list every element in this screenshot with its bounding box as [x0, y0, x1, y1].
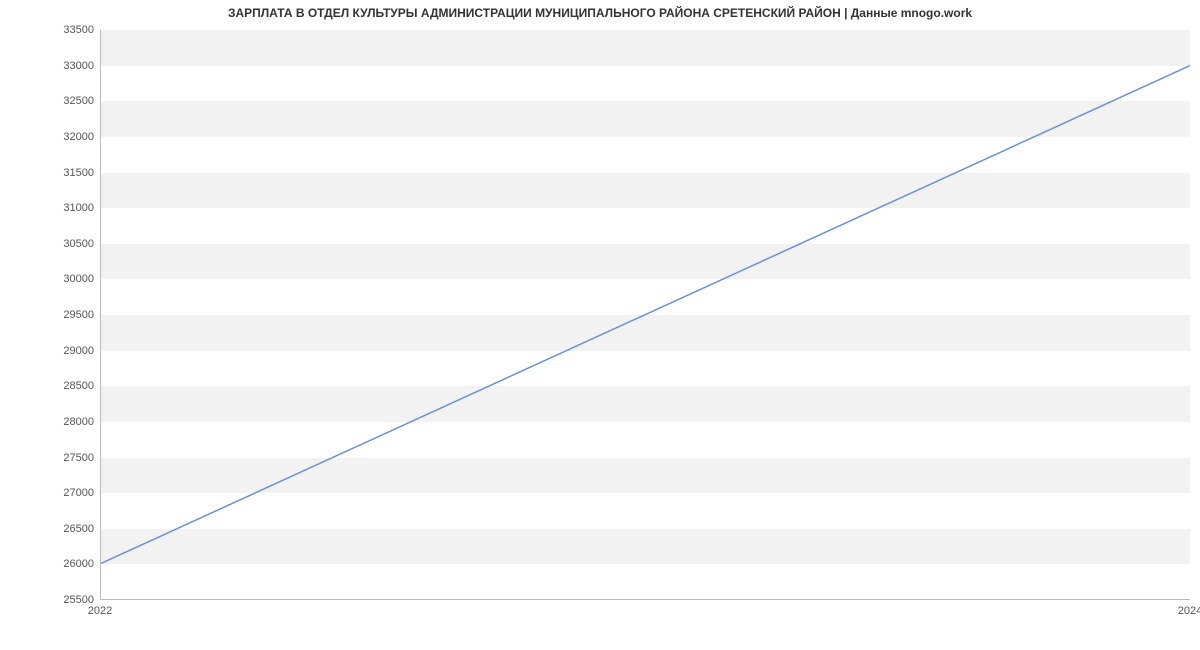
y-tick-label: 27000: [14, 487, 94, 499]
x-tick-label: 2024: [1178, 605, 1200, 617]
y-tick-label: 33500: [14, 24, 94, 36]
y-tick-label: 26500: [14, 523, 94, 535]
y-tick-label: 29500: [14, 309, 94, 321]
y-tick-label: 32500: [14, 95, 94, 107]
x-tick-label: 2022: [88, 605, 112, 617]
chart-container: ЗАРПЛАТА В ОТДЕЛ КУЛЬТУРЫ АДМИНИСТРАЦИИ …: [0, 0, 1200, 650]
plot-area: [100, 30, 1190, 600]
y-tick-label: 31500: [14, 167, 94, 179]
y-tick-label: 28000: [14, 416, 94, 428]
y-tick-label: 31000: [14, 202, 94, 214]
y-tick-label: 27500: [14, 452, 94, 464]
y-tick-label: 26000: [14, 558, 94, 570]
line-series: [101, 30, 1190, 599]
y-tick-label: 28500: [14, 380, 94, 392]
y-tick-label: 33000: [14, 60, 94, 72]
y-tick-label: 29000: [14, 345, 94, 357]
y-tick-label: 30000: [14, 273, 94, 285]
y-tick-label: 30500: [14, 238, 94, 250]
y-tick-label: 32000: [14, 131, 94, 143]
chart-title: ЗАРПЛАТА В ОТДЕЛ КУЛЬТУРЫ АДМИНИСТРАЦИИ …: [0, 6, 1200, 20]
y-tick-label: 25500: [14, 594, 94, 606]
